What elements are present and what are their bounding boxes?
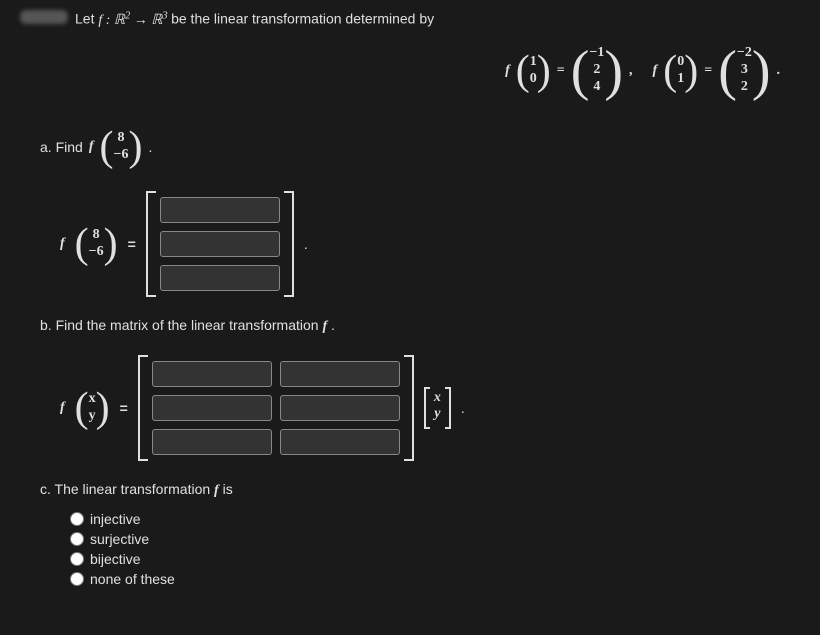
result-2: ( −232 ) <box>718 39 770 103</box>
part-b-input-11[interactable] <box>152 361 272 387</box>
option-injective[interactable]: injective <box>70 511 800 527</box>
intro-prefix: Let <box>75 11 98 27</box>
part-a-answer-vector: ( 8−6 ) <box>75 220 118 268</box>
problem-intro: Let f : ℝ2 → ℝ3 be the linear transforma… <box>75 10 800 29</box>
part-b-vector-xy: ( xy ) <box>75 384 110 432</box>
radio-injective[interactable] <box>70 512 84 526</box>
redaction-smudge <box>20 10 68 24</box>
part-b-answer: f ( xy ) = xy . <box>60 355 800 461</box>
part-a-input-2[interactable] <box>160 231 280 257</box>
intro-suffix: be the linear transformation determined … <box>171 11 434 27</box>
intro-func: f : ℝ2 → ℝ3 <box>98 13 171 28</box>
radio-none[interactable] <box>70 572 84 586</box>
part-b-matrix-input <box>138 355 414 461</box>
part-b-input-31[interactable] <box>152 429 272 455</box>
part-b-input-22[interactable] <box>280 395 400 421</box>
part-b: b. Find the matrix of the linear transfo… <box>40 317 800 335</box>
vector-1-0: ( 10 ) <box>516 47 551 95</box>
part-c-options: injective surjective bijective none of t… <box>70 511 800 587</box>
result-1: ( −124 ) <box>571 39 623 103</box>
part-a-vector: ( 8−6 ) <box>99 123 142 171</box>
part-a-input-1[interactable] <box>160 197 280 223</box>
part-a-input-3[interactable] <box>160 265 280 291</box>
part-c: c. The linear transformation f is <box>40 481 800 499</box>
part-b-input-21[interactable] <box>152 395 272 421</box>
option-bijective[interactable]: bijective <box>70 551 800 567</box>
option-surjective[interactable]: surjective <box>70 531 800 547</box>
definition-1: f ( 10 ) = ( −124 ) , <box>505 39 632 103</box>
radio-surjective[interactable] <box>70 532 84 546</box>
part-b-xy-bracket: xy <box>424 387 451 429</box>
part-a-label: a. Find f ( 8−6 ) . <box>40 123 152 171</box>
part-a-answer: f ( 8−6 ) = . <box>60 191 800 297</box>
radio-bijective[interactable] <box>70 552 84 566</box>
part-a: a. Find f ( 8−6 ) . <box>40 123 800 171</box>
definition-2: f ( 01 ) = ( −232 ) . <box>653 39 780 103</box>
option-none[interactable]: none of these <box>70 571 800 587</box>
definitions-row: f ( 10 ) = ( −124 ) , f ( 01 ) = ( −232 … <box>20 39 800 103</box>
vector-0-1: ( 01 ) <box>663 47 698 95</box>
part-b-input-12[interactable] <box>280 361 400 387</box>
part-b-input-32[interactable] <box>280 429 400 455</box>
part-a-matrix-input <box>146 191 294 297</box>
